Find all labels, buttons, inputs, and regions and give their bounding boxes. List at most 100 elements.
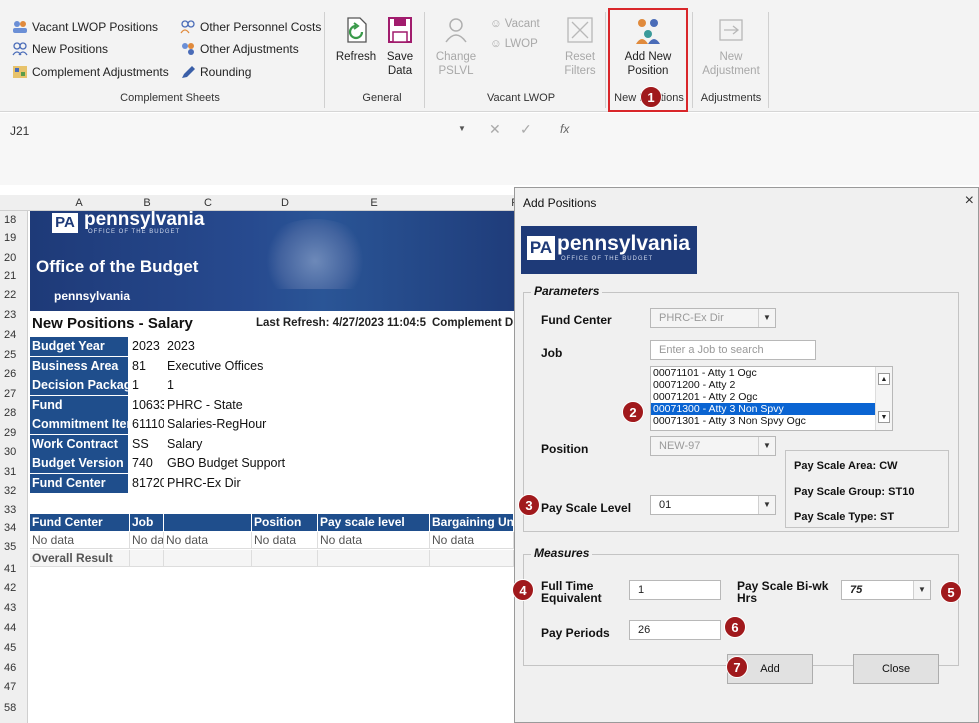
table-cell[interactable] xyxy=(164,550,252,567)
table-header[interactable]: Fund Center xyxy=(30,514,130,531)
table-cell[interactable]: No data xyxy=(30,532,130,549)
row-header[interactable]: 18 xyxy=(4,214,16,226)
param-code[interactable]: 740 xyxy=(132,454,164,473)
overall-result[interactable]: Overall Result xyxy=(30,550,130,567)
param-text[interactable]: 1 xyxy=(167,376,317,395)
table-header[interactable]: Bargaining Uni xyxy=(430,514,514,531)
table-cell[interactable]: No da xyxy=(130,532,164,549)
position-select[interactable]: NEW-97 ▼ xyxy=(650,436,776,456)
param-code[interactable]: 81720 xyxy=(132,474,164,493)
vacant-lwop-positions-item[interactable]: Vacant LWOP Positions xyxy=(12,20,158,34)
enter-icon[interactable]: ✓ xyxy=(520,121,532,138)
param-text[interactable]: PHRC-Ex Dir xyxy=(167,474,317,493)
job-search-input[interactable]: Enter a Job to search xyxy=(650,340,816,360)
param-text[interactable]: 2023 xyxy=(167,337,317,356)
row-header[interactable]: 19 xyxy=(4,232,16,244)
param-text[interactable]: Executive Offices xyxy=(167,357,317,376)
param-label[interactable]: Business Area xyxy=(30,357,128,376)
new-positions-item[interactable]: New Positions xyxy=(12,42,108,56)
complement-adjustments-item[interactable]: Complement Adjustments xyxy=(12,65,169,79)
pay-scale-level-select[interactable]: 01 ▼ xyxy=(650,495,776,515)
row-header[interactable]: 31 xyxy=(4,466,16,478)
column-header[interactable]: A xyxy=(28,195,130,211)
table-cell[interactable]: No data xyxy=(430,532,514,549)
rounding-item[interactable]: Rounding xyxy=(180,65,251,79)
row-header[interactable]: 46 xyxy=(4,662,16,674)
row-header[interactable]: 47 xyxy=(4,681,16,693)
row-header[interactable]: 21 xyxy=(4,270,16,282)
fte-input[interactable]: 1 xyxy=(629,580,721,600)
list-item[interactable]: 00071101 - Atty 1 Ogc xyxy=(651,367,892,379)
vacant-button[interactable]: ☺ Vacant xyxy=(490,18,540,30)
param-code[interactable]: 61110 xyxy=(132,415,164,434)
row-header[interactable]: 45 xyxy=(4,642,16,654)
job-list-scrollbar[interactable]: ▲ ▼ xyxy=(875,367,892,430)
table-cell[interactable]: No data xyxy=(164,532,252,549)
other-personnel-costs-item[interactable]: Other Personnel Costs xyxy=(180,20,321,34)
table-header[interactable]: Job xyxy=(130,514,164,531)
table-header[interactable]: Position xyxy=(252,514,318,531)
table-cell[interactable] xyxy=(252,550,318,567)
param-label[interactable]: Commitment Item xyxy=(30,415,128,434)
row-header[interactable]: 58 xyxy=(4,702,16,714)
column-header[interactable]: C xyxy=(164,195,252,211)
row-header[interactable]: 24 xyxy=(4,329,16,341)
row-header[interactable]: 29 xyxy=(4,427,16,439)
param-label[interactable]: Decision Package xyxy=(30,376,128,395)
column-header[interactable]: D xyxy=(252,195,318,211)
table-cell[interactable]: No data xyxy=(318,532,430,549)
param-label[interactable]: Fund Center xyxy=(30,474,128,493)
chevron-down-icon[interactable]: ▼ xyxy=(913,581,930,599)
row-header[interactable]: 25 xyxy=(4,349,16,361)
new-adjustment-button[interactable]: New Adjustment xyxy=(696,14,766,78)
fx-icon[interactable]: fx xyxy=(560,122,569,136)
row-header[interactable]: 43 xyxy=(4,602,16,614)
close-button[interactable]: Close xyxy=(853,654,939,684)
param-text[interactable]: GBO Budget Support xyxy=(167,454,317,473)
row-header[interactable]: 30 xyxy=(4,446,16,458)
row-header[interactable]: 33 xyxy=(4,504,16,516)
param-label[interactable]: Work Contract xyxy=(30,435,128,454)
param-label[interactable]: Budget Version xyxy=(30,454,128,473)
row-header[interactable]: 42 xyxy=(4,582,16,594)
cancel-icon[interactable]: ✕ xyxy=(489,121,501,138)
name-box[interactable]: J21 xyxy=(10,124,29,138)
column-header[interactable]: E xyxy=(318,195,430,211)
list-item[interactable]: 00071301 - Atty 3 Non Spvy Ogc xyxy=(651,415,892,427)
other-adjustments-item[interactable]: Other Adjustments xyxy=(180,42,299,56)
change-pslvl-button[interactable]: Change PSLVL xyxy=(434,14,478,78)
scroll-down-icon[interactable]: ▼ xyxy=(878,411,890,423)
list-item[interactable]: 00071201 - Atty 2 Ogc xyxy=(651,391,892,403)
param-text[interactable]: Salary xyxy=(167,435,317,454)
close-icon[interactable]: × xyxy=(965,192,974,210)
chevron-down-icon[interactable]: ▼ xyxy=(758,496,775,514)
scroll-up-icon[interactable]: ▲ xyxy=(878,373,890,385)
name-box-dropdown-icon[interactable]: ▼ xyxy=(458,124,466,133)
param-text[interactable]: Salaries-RegHour xyxy=(167,415,317,434)
param-text[interactable]: PHRC - State xyxy=(167,396,317,415)
row-header[interactable]: 35 xyxy=(4,541,16,553)
row-header[interactable]: 32 xyxy=(4,485,16,497)
param-code[interactable]: 1 xyxy=(132,376,164,395)
row-header[interactable]: 22 xyxy=(4,289,16,301)
param-label[interactable]: Fund xyxy=(30,396,128,415)
fund-center-select[interactable]: PHRC-Ex Dir ▼ xyxy=(650,308,776,328)
table-cell[interactable] xyxy=(318,550,430,567)
param-code[interactable]: 81 xyxy=(132,357,164,376)
row-header[interactable]: 27 xyxy=(4,388,16,400)
row-header[interactable]: 41 xyxy=(4,563,16,575)
row-header[interactable]: 20 xyxy=(4,252,16,264)
pay-scale-biwk-select[interactable]: 75 ▼ xyxy=(841,580,931,600)
column-header[interactable]: B xyxy=(130,195,164,211)
refresh-button[interactable]: Refresh xyxy=(334,14,378,64)
column-header[interactable]: F xyxy=(430,195,520,211)
chevron-down-icon[interactable]: ▼ xyxy=(758,309,775,327)
param-code[interactable]: 10633 xyxy=(132,396,164,415)
row-header[interactable]: 23 xyxy=(4,309,16,321)
row-header[interactable]: 28 xyxy=(4,407,16,419)
param-code[interactable]: 2023 xyxy=(132,337,164,356)
param-code[interactable]: SS xyxy=(132,435,164,454)
param-label[interactable]: Budget Year xyxy=(30,337,128,356)
table-cell[interactable] xyxy=(430,550,514,567)
reset-filters-button[interactable]: Reset Filters xyxy=(560,14,600,78)
